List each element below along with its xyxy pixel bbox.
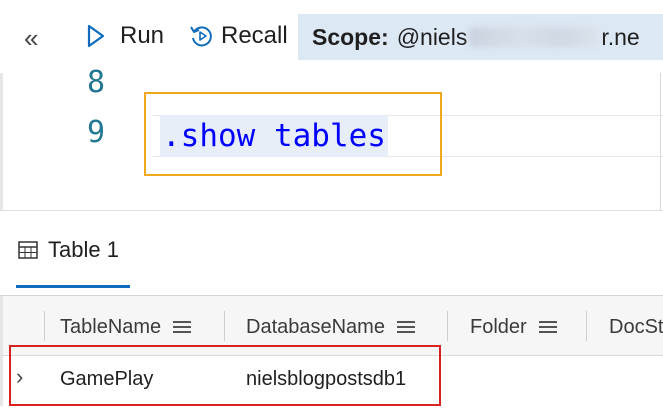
tab-table-1[interactable]: Table 1 xyxy=(18,230,119,270)
annotation-row-highlight-box xyxy=(9,345,441,406)
scope-value-end: r.ne xyxy=(601,23,640,50)
column-separator[interactable] xyxy=(586,311,587,341)
run-label: Run xyxy=(120,22,165,49)
column-header-label: TableName xyxy=(60,315,162,338)
column-separator[interactable] xyxy=(447,311,448,341)
column-menu-icon[interactable] xyxy=(538,318,557,336)
redacted-blur xyxy=(469,27,600,47)
column-menu-icon[interactable] xyxy=(396,318,415,336)
pane-divider[interactable] xyxy=(0,210,663,211)
column-header-label: DocSt xyxy=(609,315,663,338)
query-editor[interactable]: 8 9 .show tables xyxy=(0,65,663,210)
column-separator[interactable] xyxy=(44,311,45,341)
annotation-highlight-box xyxy=(144,92,442,176)
scope-value-start: @niels xyxy=(396,23,468,50)
column-header-label: DatabaseName xyxy=(246,315,385,338)
recall-label: Recall xyxy=(221,22,288,49)
column-header-docstring[interactable]: DocSt xyxy=(609,313,663,341)
query-toolbar: « Run Recall Scope: @niels r.ne xyxy=(0,0,663,73)
double-chevron-left-icon: « xyxy=(24,22,39,53)
column-header-label: Folder xyxy=(470,315,527,338)
run-button[interactable]: Run xyxy=(86,18,164,54)
play-icon xyxy=(87,24,105,48)
table-icon xyxy=(18,241,38,259)
line-number: 8 xyxy=(87,65,106,100)
scope-selector[interactable]: Scope: @niels r.ne xyxy=(298,14,663,60)
collapse-pane-button[interactable]: « xyxy=(24,20,39,56)
column-header-folder[interactable]: Folder xyxy=(470,313,557,341)
column-menu-icon[interactable] xyxy=(173,318,192,336)
scope-label: Scope: xyxy=(312,23,389,50)
line-number: 9 xyxy=(87,115,106,150)
recall-icon xyxy=(190,26,212,47)
column-header-databasename[interactable]: DatabaseName xyxy=(246,313,415,341)
active-tab-indicator xyxy=(16,285,130,288)
tab-label: Table 1 xyxy=(48,237,119,262)
column-header-tablename[interactable]: TableName xyxy=(60,313,192,341)
column-separator[interactable] xyxy=(224,311,225,341)
recall-button[interactable]: Recall xyxy=(189,18,288,54)
